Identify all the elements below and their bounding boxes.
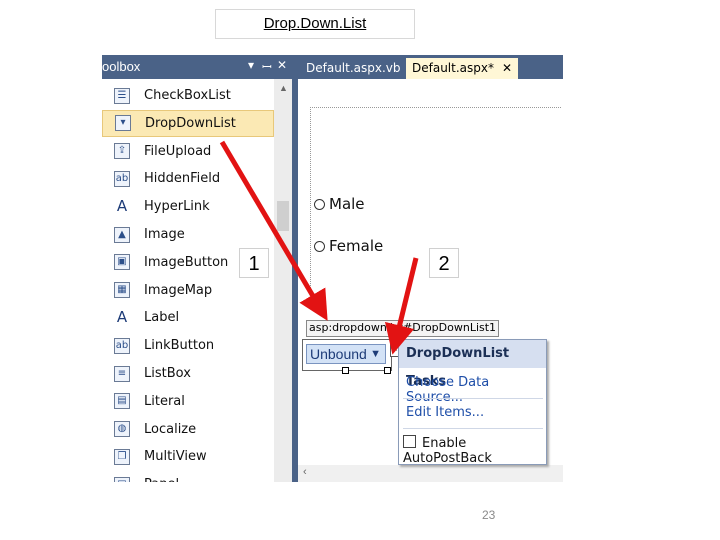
annotation-arrows (219, 140, 419, 355)
page-number: 23 (482, 508, 496, 522)
arrow-to-dropdown (219, 140, 328, 321)
arrow-to-smart-tag (384, 257, 419, 355)
